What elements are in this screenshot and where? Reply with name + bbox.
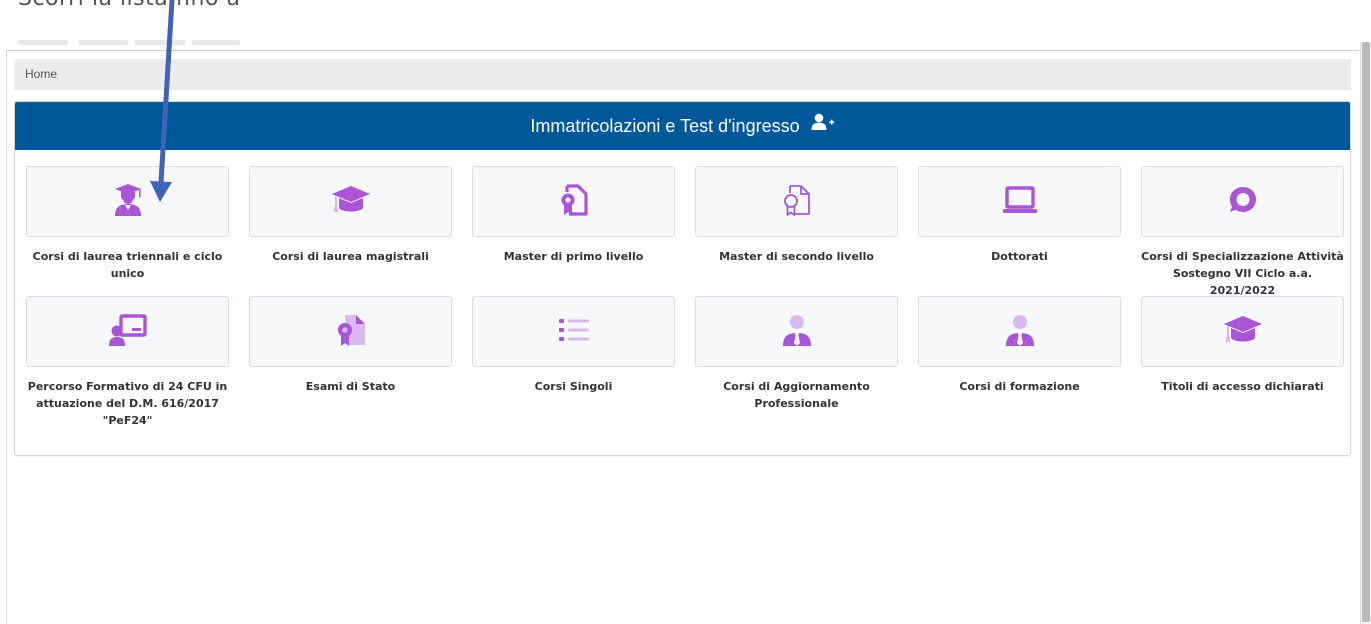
course-card-button[interactable] [249, 166, 452, 237]
course-card-label: Master di primo livello [503, 250, 644, 263]
graduation-cap-icon [1223, 315, 1263, 349]
course-card-button[interactable] [1141, 166, 1344, 237]
breadcrumb-home-link[interactable]: Home [25, 67, 57, 81]
course-card[interactable]: Percorso Formativo di 24 CFU in attuazio… [26, 296, 229, 429]
course-card-button[interactable] [695, 166, 898, 237]
certificate-document-icon [559, 183, 589, 221]
course-card[interactable]: Titoli di accesso dichiarati [1141, 296, 1344, 395]
course-card-label: Master di secondo livello [719, 250, 874, 263]
course-card-button[interactable] [695, 296, 898, 367]
top-tab[interactable] [192, 40, 240, 45]
course-card-button[interactable] [472, 166, 675, 237]
course-card-label: Corsi di formazione [959, 380, 1080, 393]
course-card-label: Dottorati [991, 250, 1048, 263]
course-card[interactable]: Master di secondo livello [695, 166, 898, 265]
course-card-label: Corsi Singoli [534, 380, 613, 393]
course-card-label: Corsi di Specializzazione Attività Soste… [1141, 250, 1344, 297]
certificate-document-icon [335, 313, 367, 351]
user-plus-icon [811, 102, 835, 149]
page-scrollbar[interactable] [1360, 42, 1371, 624]
app-frame: Home Immatricolazioni e Test d'ingresso [6, 50, 1359, 624]
professional-person-icon [1003, 313, 1037, 351]
course-card-button[interactable] [1141, 296, 1344, 367]
course-card[interactable]: Corsi di Specializzazione Attività Soste… [1141, 166, 1344, 299]
course-card-label: Esami di Stato [305, 380, 396, 393]
course-card-label: Percorso Formativo di 24 CFU in attuazio… [27, 380, 228, 427]
teacher-board-icon [108, 313, 148, 351]
course-card[interactable]: Corsi di laurea magistrali [249, 166, 452, 265]
enrollment-panel: Immatricolazioni e Test d'ingresso Corsi… [14, 101, 1351, 456]
top-tab[interactable] [18, 40, 68, 45]
top-tab[interactable] [78, 40, 128, 45]
professional-person-icon [780, 313, 814, 351]
course-card[interactable]: Dottorati [918, 166, 1121, 265]
course-card-button[interactable] [918, 166, 1121, 237]
top-tab[interactable] [134, 40, 186, 45]
panel-header: Immatricolazioni e Test d'ingresso [15, 102, 1350, 150]
page: Scorri la lista fino a trovare il corso … [0, 0, 1371, 624]
course-card[interactable]: Corsi di laurea triennali e ciclo unico [26, 166, 229, 282]
graduation-cap-icon [331, 185, 371, 219]
breadcrumb: Home [14, 59, 1351, 90]
course-card-button[interactable] [918, 296, 1121, 367]
course-card-button[interactable] [472, 296, 675, 367]
certificate-document-outline-icon [782, 183, 812, 221]
course-card-label: Corsi di laurea magistrali [272, 250, 429, 263]
course-card-label: Titoli di accesso dichiarati [1161, 380, 1324, 393]
course-card-button[interactable] [26, 296, 229, 367]
scrollbar-thumb[interactable] [1362, 42, 1370, 622]
course-card[interactable]: Master di primo livello [472, 166, 675, 265]
course-card[interactable]: Corsi di formazione [918, 296, 1121, 395]
course-card[interactable]: Corsi Singoli [472, 296, 675, 395]
laptop-icon [1001, 185, 1039, 219]
course-card-button[interactable] [26, 166, 229, 237]
course-card-label: Corsi di laurea triennali e ciclo unico [32, 250, 223, 280]
list-icon [556, 315, 592, 349]
course-card[interactable]: Corsi di Aggiornamento Professionale [695, 296, 898, 412]
page-title: Immatricolazioni e Test d'ingresso [530, 116, 800, 136]
course-card[interactable]: Esami di Stato [249, 296, 452, 395]
top-banner: Scorri la lista fino a trovare il corso [10, 0, 250, 48]
top-banner-text: Scorri la lista fino a trovare il corso [18, 0, 250, 11]
graduate-student-icon [111, 183, 145, 221]
chat-bubble-icon [1227, 184, 1259, 220]
course-card-label: Corsi di Aggiornamento Professionale [723, 380, 870, 410]
course-card-button[interactable] [249, 296, 452, 367]
